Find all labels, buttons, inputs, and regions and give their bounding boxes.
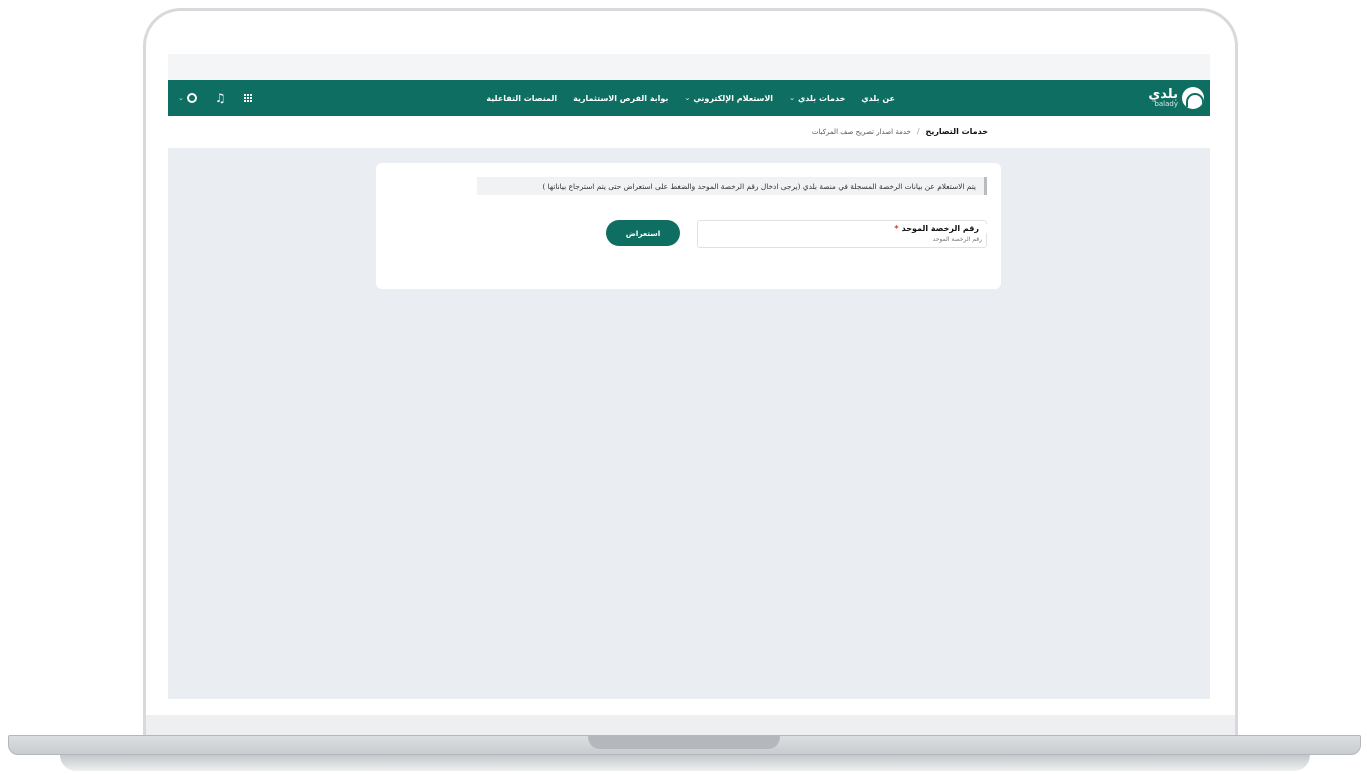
license-number-field: رقم الرخصة الموحد *: [697, 216, 987, 248]
browser-top-strip: [168, 54, 1210, 80]
top-navbar: بلدي balady عن بلدي خدمات بلدي ⌄ الاستعل…: [168, 80, 1210, 116]
nav-utility-icons: ⌄ ♫: [178, 80, 252, 116]
brand-logo[interactable]: بلدي balady: [1146, 84, 1204, 112]
breadcrumb: خدمات التصاريح / خدمة اصدار تصريح صف الم…: [812, 127, 988, 136]
breadcrumb-separator: /: [916, 127, 920, 136]
nav-services[interactable]: خدمات بلدي ⌄: [789, 94, 845, 103]
nav-about[interactable]: عن بلدي: [861, 94, 895, 103]
nav-investment-portal[interactable]: بوابة الفرص الاستثمارية: [573, 94, 668, 103]
language-menu[interactable]: ⌄: [178, 93, 197, 103]
nav-interactive-platforms[interactable]: المنصات التفاعلية: [486, 94, 557, 103]
apps-grid-icon[interactable]: [243, 94, 252, 102]
balady-logo-icon: [1182, 87, 1204, 109]
required-marker: *: [894, 224, 899, 233]
globe-icon: [186, 93, 197, 103]
breadcrumb-permits-services[interactable]: خدمات التصاريح: [926, 127, 988, 136]
view-button[interactable]: استعراض: [606, 220, 680, 246]
chevron-down-icon: ⌄: [178, 94, 184, 102]
breadcrumb-current-page: خدمة اصدار تصريح صف المركبات: [811, 127, 911, 136]
laptop-notch: [588, 735, 780, 749]
main-nav: عن بلدي خدمات بلدي ⌄ الاستعلام الإلكترون…: [486, 80, 895, 116]
license-inquiry-card: يتم الاستعلام عن بيانات الرخصة المسجلة ف…: [376, 163, 1001, 289]
license-number-label: رقم الرخصة الموحد: [901, 224, 979, 233]
nav-e-inquiry[interactable]: الاستعلام الإلكتروني ⌄: [684, 94, 773, 103]
laptop-bezel-bottom: [146, 715, 1235, 735]
bell-icon[interactable]: ♫: [215, 91, 226, 105]
breadcrumb-bar: خدمات التصاريح / خدمة اصدار تصريح صف الم…: [168, 116, 1210, 148]
info-text: يتم الاستعلام عن بيانات الرخصة المسجلة ف…: [542, 181, 976, 191]
info-notice: يتم الاستعلام عن بيانات الرخصة المسجلة ف…: [477, 177, 987, 195]
chevron-down-icon: ⌄: [789, 94, 795, 102]
browser-viewport: بلدي balady عن بلدي خدمات بلدي ⌄ الاستعل…: [168, 54, 1210, 699]
brand-name-en: balady: [1154, 100, 1178, 108]
chevron-down-icon: ⌄: [684, 94, 691, 102]
laptop-base-shadow: [60, 755, 1310, 771]
